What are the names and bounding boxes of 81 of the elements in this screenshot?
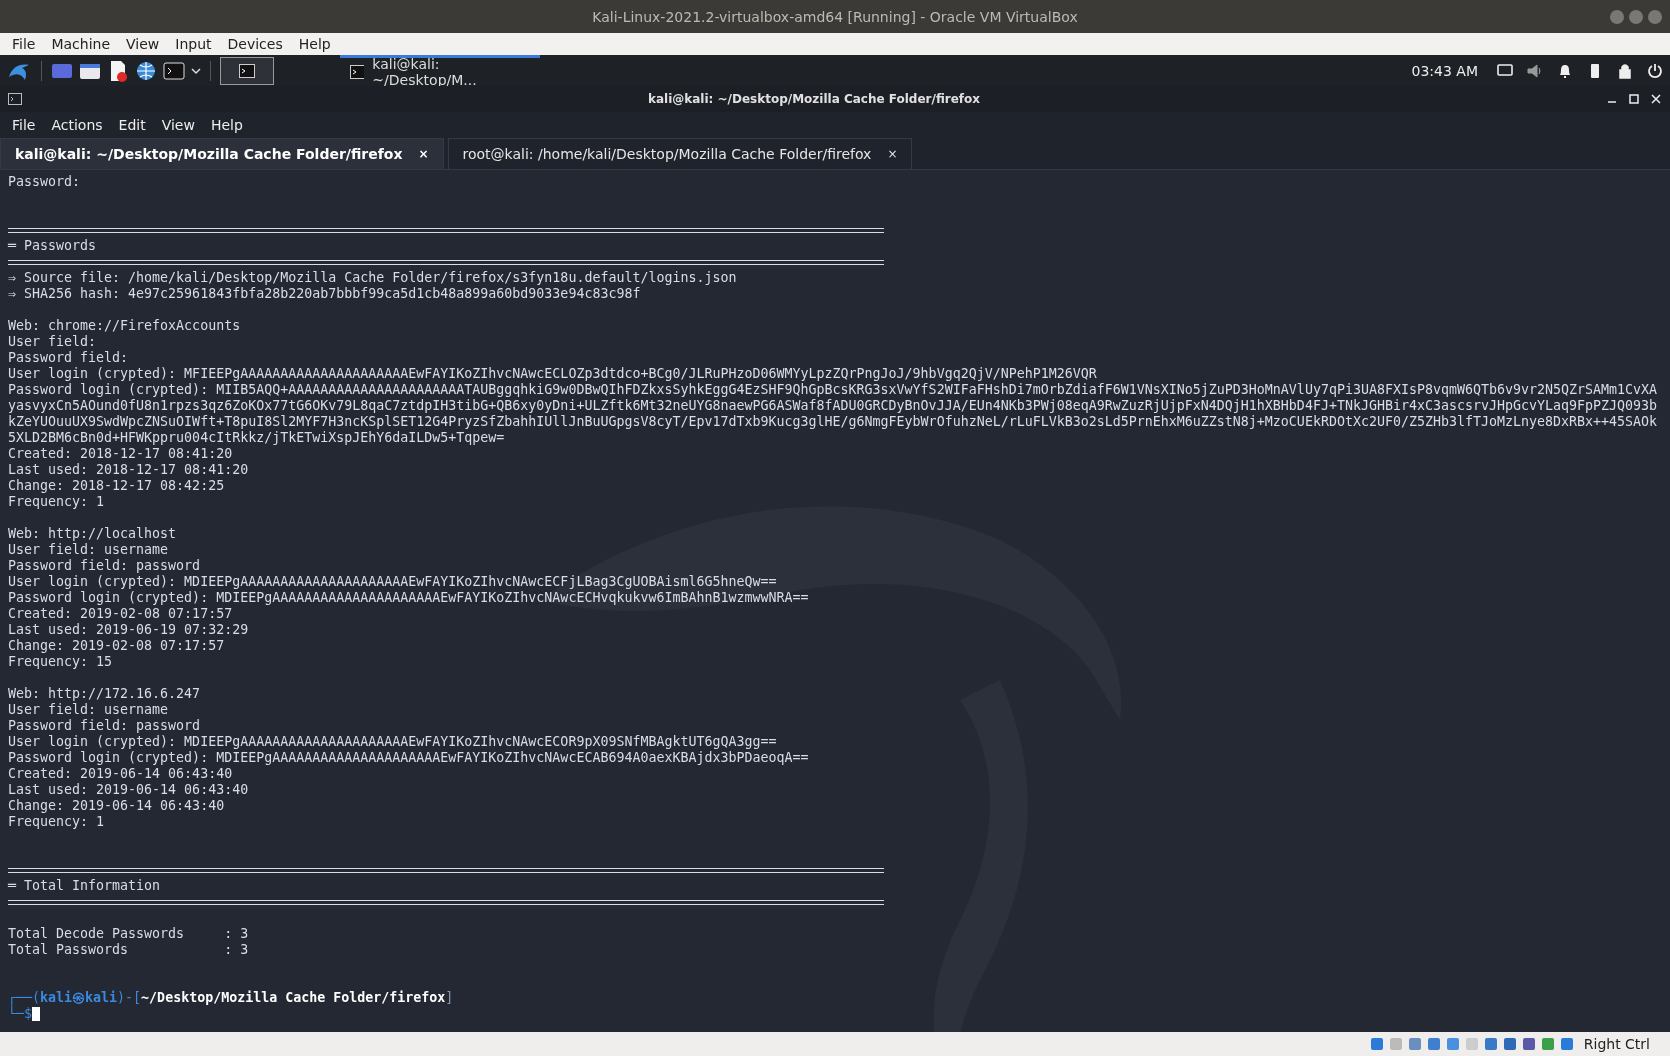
device-icon[interactable]: [1425, 1036, 1442, 1052]
close-tab-button[interactable]: ×: [887, 147, 898, 161]
power-icon[interactable]: [1646, 61, 1664, 80]
device-icon[interactable]: [1558, 1036, 1575, 1052]
menu-item[interactable]: Machine: [51, 36, 111, 52]
close-button[interactable]: [1650, 93, 1662, 105]
terminal-line: Password field: password: [8, 718, 202, 734]
terminal-line: Password:: [8, 174, 82, 190]
terminal-tab[interactable]: kali@kali: ~/Desktop/Mozilla Cache Folder/firefox ×: [0, 138, 444, 169]
device-icon[interactable]: [1520, 1036, 1537, 1052]
caret-icon[interactable]: [191, 65, 201, 76]
device-icon[interactable]: [1368, 1036, 1385, 1052]
terminal-line: User field: username: [8, 702, 170, 718]
terminal-line: Web: http://172.16.6.247: [8, 686, 202, 702]
terminal-line: User field: username: [8, 542, 170, 558]
maximize-button[interactable]: [1628, 93, 1640, 105]
terminal-line: Password field: password: [8, 558, 202, 574]
menu-item[interactable]: Input: [175, 36, 212, 52]
terminal-icon[interactable]: [163, 60, 185, 81]
terminal-icon: [350, 65, 365, 79]
terminal-line: Last used: 2019-06-14 06:43:40: [8, 782, 250, 798]
terminal-line: ⇒ SHA256 hash: 4e97c25961843fbfa28b220ab7bbbf99ca5d1cb48a899a60bd9033e94c83c98f: [8, 286, 642, 302]
prompt-path: ~/Desktop/Mozilla Cache Folder/firefox: [141, 990, 446, 1005]
terminal-line: ═ Total Information: [8, 878, 162, 894]
terminal-line: User login (crypted): MFIEEPgAAAAAAAAAAAAAAAAAAAAAEwFAYIKoZIhvcNAwcECLOZp3dtdco+BCg0/JLRuPHzoD06WMYyLpzZQrPngJoJ/9hbVgq2QjV/NPehP1M26VQR: [8, 366, 1098, 382]
prompt-separator: )-[: [117, 990, 142, 1005]
menu-item[interactable]: File: [12, 117, 36, 133]
menu-item[interactable]: File: [12, 36, 36, 52]
text-cursor: [32, 1007, 41, 1021]
terminal-line: Change: 2018-12-17 08:42:25: [8, 478, 226, 494]
terminal-icon: [8, 93, 22, 105]
device-icon[interactable]: [1482, 1036, 1499, 1052]
terminal-line: User field:: [8, 334, 98, 350]
menu-item[interactable]: Devices: [227, 36, 283, 52]
terminal-line: User login (crypted): MDIEEPgAAAAAAAAAAAAAAAAAAAAAEwFAYIKoZIhvcNAwcECOR9pX09SNfMBAgktUT6gQA3gg==: [8, 734, 778, 750]
device-icon[interactable]: [1406, 1036, 1423, 1052]
terminal-line: Password field:: [8, 350, 130, 366]
prompt-symbol: └─$: [8, 1006, 33, 1021]
prompt-corner: ┌──(: [8, 990, 41, 1005]
terminal-line: Password login (crypted): MDIEEPgAAAAAAAAAAAAAAAAAAAAAEwFAYIKoZIhvcNAwcECAB694A0aexKBAjdx3bPDaeoqA==: [8, 750, 810, 766]
host-key-label: Right Ctrl: [1583, 1036, 1650, 1052]
terminal-line: Created: 2019-06-14 06:43:40: [8, 766, 234, 782]
terminal-line: User login (crypted): MDIEEPgAAAAAAAAAAAAAAAAAAAAAEwFAYIKoZIhvcNAwcECFjLBag3CgUOBAisml6G5hneQw==: [8, 574, 778, 590]
terminal-line: Created: 2018-12-17 08:41:20: [8, 446, 234, 462]
terminal-line: ⇒ Source file: /home/kali/Desktop/Mozilla Cache Folder/firefox/s3fyn18u.default/logins.json: [8, 270, 738, 286]
window-title: Kali-Linux-2021.2-virtualbox-amd64 [Running] - Oracle VM VirtualBox: [592, 8, 1078, 25]
terminal-line: Web: http://localhost: [8, 526, 178, 542]
menu-item[interactable]: View: [126, 36, 160, 52]
terminal-line: Frequency: 1: [8, 494, 106, 510]
device-icon[interactable]: [1501, 1036, 1518, 1052]
terminal-title: kali@kali: ~/Desktop/Mozilla Cache Folder/firefox: [646, 92, 982, 106]
terminal-line: Change: 2019-06-14 06:43:40: [8, 798, 226, 814]
terminal-tab[interactable]: root@kali: /home/kali/Desktop/Mozilla Cache Folder/firefox ×: [447, 138, 913, 169]
menu-item[interactable]: Help: [210, 117, 243, 133]
prompt-bracket: ]: [445, 990, 454, 1005]
lock-icon[interactable]: [1616, 61, 1634, 80]
menu-item[interactable]: Help: [298, 36, 331, 52]
prompt-user: kali㉿kali: [40, 990, 118, 1005]
device-icon[interactable]: [1444, 1036, 1461, 1052]
terminal-line: Created: 2019-02-08 07:17:57: [8, 606, 234, 622]
clock: 03:43 AM: [1411, 62, 1478, 79]
terminal-line: Frequency: 15: [8, 654, 114, 670]
terminal-line: Last used: 2018-12-17 08:41:20: [8, 462, 250, 478]
terminal-line: Frequency: 1: [8, 814, 106, 830]
workspace-button[interactable]: [220, 56, 274, 85]
terminal-line: ═ Passwords: [8, 238, 98, 254]
menu-item[interactable]: Edit: [118, 117, 146, 133]
menu-item[interactable]: Actions: [51, 117, 103, 133]
terminal-line: Web: chrome://FirefoxAccounts: [8, 318, 242, 334]
speaker-icon[interactable]: [1526, 61, 1544, 80]
device-icon[interactable]: [1539, 1036, 1556, 1052]
terminal-line: Last used: 2019-06-19 07:32:29: [8, 622, 250, 638]
close-tab-button[interactable]: ×: [418, 147, 429, 161]
terminal-line: Change: 2019-02-08 07:17:57: [8, 638, 226, 654]
terminal-icon: [239, 63, 255, 78]
terminal-line: Password login (crypted): MDIEEPgAAAAAAAAAAAAAAAAAAAAAEwFAYIKoZIhvcNAwcECHvqkukvw6ImBAhnB1wzmwwNRA==: [8, 590, 810, 606]
terminal-line: Total Decode Passwords : 3: [8, 926, 250, 942]
terminal-line: Total Passwords : 3: [8, 942, 250, 958]
menu-item[interactable]: View: [161, 117, 195, 133]
terminal-line: Password login (crypted): MIIB5AQQ+AAAAAAAAAAAAAAAAAAAAAATAUBggqhkiG9w0DBwQIhFDZkxsSyhkEggG4EzSHF9QhGpBcsKRG3sxVwYfS2WIFaFHshDi7mOrbZdiafF6W1VNsXINo5jZuPD3HoMnAVlUy7qPi3UA8FXIsP8vqmW6QTb6v9vr2N5QZrSAMm1CvXAyasvyxCn5AOund0fU8n1rpzs3qz6ZoKOx77tG6OKv79L8qaC7ztdpIH3tibG+QB6xy0yDni+ULZftk6Mt32neUYG8naewPG6ASWaf8fADU0GRCDyBnOvJJA/EUn4NKb3PWj08eqA9RwZuzRjUjpFxN4DQjH1hXBHbD4FJ+TNkJGHBir4xC3ascsrvJHpGcvYLaq9FpPZJQ093bkZeYUOuuUX9SwdWpcZNSuOIWft+T8puI8Sl2MYF7H3ncKSplSET12G4PryzSfZbahhIUllJnBuUGpgsV8cyT/Epv17dTxb9Kucg3glHE/g6NmgFEybWrOfuhzNeL/rLuFLVkB3o2sLd5PrnEhxM6uZZstN8j+MzoCUEkRDOtXc2UF0/Z5ZHb3lfTJoMzLnye8DxRBx++45SAOk5XLD2BM6cBn0d+HFWKppru004cItRkkz/jTkETwiXspJEhY6daILDw5+Tqpew=: [8, 382, 1659, 446]
globe-icon[interactable]: [135, 59, 157, 82]
